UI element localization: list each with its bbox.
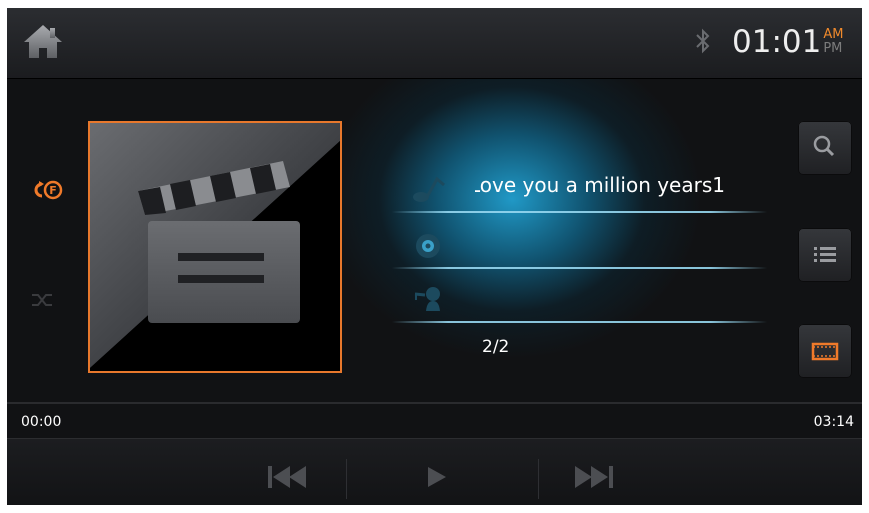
artist-row [392, 277, 767, 323]
media-player-screen: 01:01 AM PM F Love you a million years1 … [7, 8, 862, 505]
shuffle-icon[interactable] [31, 291, 55, 309]
total-duration: 03:14 [813, 414, 854, 430]
divider-line [392, 211, 767, 213]
play-icon [428, 467, 446, 487]
next-button[interactable] [565, 455, 625, 499]
singer-icon [414, 287, 440, 311]
status-bar: 01:01 AM PM [7, 8, 862, 79]
video-button[interactable] [798, 324, 852, 378]
previous-icon [268, 466, 306, 488]
repeat-folder-icon[interactable]: F [29, 179, 67, 201]
search-icon [813, 135, 835, 157]
play-button[interactable] [406, 455, 466, 499]
next-icon [575, 466, 613, 488]
home-button[interactable] [21, 22, 65, 62]
control-divider [538, 459, 539, 499]
pm-label: PM [823, 41, 843, 56]
am-label: AM [823, 27, 844, 42]
track-counter: 2/2 [482, 337, 510, 357]
video-clapperboard-icon [90, 123, 340, 371]
divider-line [392, 267, 767, 269]
title-row: Love you a million years1 [392, 167, 767, 213]
disc-icon [416, 234, 440, 258]
album-row [392, 225, 767, 269]
now-playing-panel: F Love you a million years1 2/2 [7, 79, 862, 399]
am-pm-indicator: AM PM [823, 28, 843, 56]
video-icon [811, 342, 839, 361]
clock-time: 01:01 [732, 24, 822, 60]
playlist-button[interactable] [798, 228, 852, 282]
previous-button[interactable] [260, 455, 320, 499]
clock: 01:01 AM PM [732, 20, 843, 64]
music-note-icon [413, 176, 445, 202]
home-icon [24, 25, 62, 58]
divider-line [392, 321, 767, 323]
progress-bar[interactable] [7, 402, 862, 404]
list-icon [814, 247, 836, 262]
elapsed-time: 00:00 [21, 414, 62, 430]
control-divider [346, 459, 347, 499]
album-art [88, 121, 342, 373]
track-title: Love you a million years1 [475, 173, 725, 197]
bluetooth-icon [696, 28, 710, 54]
search-button[interactable] [798, 121, 852, 175]
svg-text:F: F [49, 184, 57, 197]
transport-controls [7, 438, 862, 505]
